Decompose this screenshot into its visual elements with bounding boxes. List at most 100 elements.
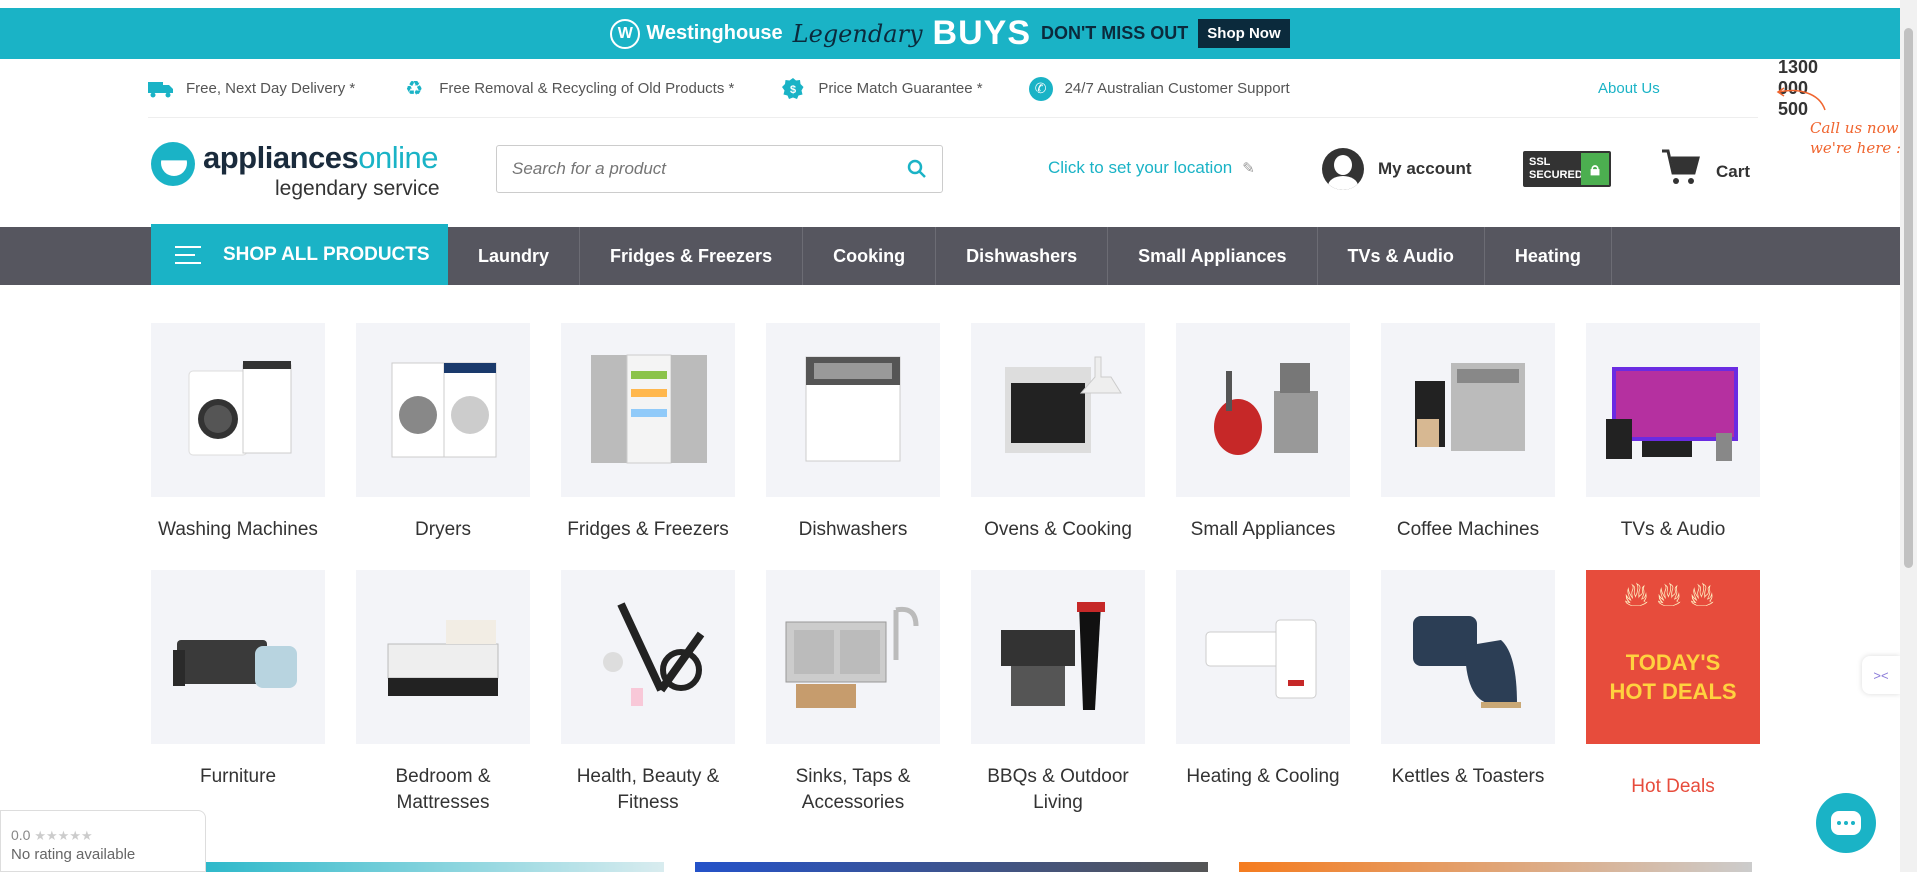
category-tile-bedroom-mattresses[interactable]: Bedroom & Mattresses bbox=[356, 570, 530, 816]
call-note-line2: we're here : bbox=[1810, 139, 1902, 157]
usp-price-match: $ Price Match Guarantee * bbox=[780, 76, 983, 102]
nav-items: Laundry Fridges & Freezers Cooking Dishw… bbox=[448, 227, 1612, 285]
set-location-link[interactable]: Click to set your location ✎ bbox=[1048, 158, 1255, 178]
svg-text:$: $ bbox=[790, 84, 796, 96]
category-label: Dishwashers bbox=[798, 519, 908, 540]
page-scrollbar[interactable] bbox=[1900, 0, 1917, 872]
category-tile-kettles-toasters[interactable]: Kettles & Toasters bbox=[1381, 570, 1555, 790]
rating-score: 0.0 bbox=[11, 827, 31, 843]
category-tile-health-beauty-fitness[interactable]: Health, Beauty & Fitness bbox=[561, 570, 735, 816]
bottom-banner-2[interactable] bbox=[695, 862, 1208, 872]
category-label: Sinks, Taps & Accessories bbox=[795, 766, 911, 813]
heating-cooling-image bbox=[1176, 570, 1350, 744]
nav-item-cooking[interactable]: Cooking bbox=[803, 227, 937, 285]
call-note: Call us now we're here : bbox=[1810, 118, 1901, 158]
cart-icon bbox=[1660, 148, 1700, 195]
cart-link[interactable]: Cart bbox=[1660, 148, 1750, 195]
cart-label: Cart bbox=[1716, 161, 1751, 181]
chat-bubble-icon bbox=[1831, 811, 1861, 835]
category-tile-dishwashers[interactable]: Dishwashers bbox=[766, 323, 940, 543]
category-label: Fridges & Freezers bbox=[567, 519, 729, 540]
category-tile-ovens-cooking[interactable]: Ovens & Cooking bbox=[971, 323, 1145, 543]
washing-machine-image bbox=[151, 323, 325, 497]
call-note-arrow-icon bbox=[1776, 87, 1826, 111]
category-label: Kettles & Toasters bbox=[1391, 766, 1545, 787]
phone-icon: ✆ bbox=[1028, 76, 1053, 101]
search-input[interactable] bbox=[497, 146, 892, 192]
hot-deals-image: 🔥︎🔥︎🔥︎ TODAY'S HOT DEALS bbox=[1586, 570, 1760, 744]
mattress-image bbox=[356, 570, 530, 744]
hot-deals-text: TODAY'S HOT DEALS bbox=[1609, 648, 1736, 706]
oven-image bbox=[971, 323, 1145, 497]
flame-icon: 🔥︎🔥︎🔥︎ bbox=[1623, 576, 1723, 614]
usp-bar: Free, Next Day Delivery * ♻ Free Removal… bbox=[148, 57, 1818, 119]
usp-support: ✆ 24/7 Australian Customer Support bbox=[1028, 76, 1290, 101]
category-tile-heating-cooling[interactable]: Heating & Cooling bbox=[1176, 570, 1350, 790]
small-appliances-image bbox=[1176, 323, 1350, 497]
nav-item-small-appliances[interactable]: Small Appliances bbox=[1108, 227, 1318, 285]
dryer-image bbox=[356, 323, 530, 497]
fridge-image bbox=[561, 323, 735, 497]
logo-accent: online bbox=[358, 140, 438, 175]
category-label: Ovens & Cooking bbox=[984, 519, 1132, 540]
hot-deals-line2: HOT DEALS bbox=[1609, 679, 1737, 704]
rating-widget[interactable]: 0.0 ★★★★★ No rating available bbox=[0, 810, 206, 872]
rating-text: No rating available bbox=[11, 846, 136, 863]
logo-mark-icon bbox=[151, 142, 195, 186]
coffee-machine-image bbox=[1381, 323, 1555, 497]
promo-banner[interactable]: W Westinghouse Legendary BUYS DON'T MISS… bbox=[0, 8, 1900, 59]
category-tile-washing-machines[interactable]: Washing Machines bbox=[151, 323, 325, 543]
category-tile-tvs-audio[interactable]: TVs & Audio bbox=[1586, 323, 1760, 543]
chat-button[interactable] bbox=[1816, 793, 1876, 853]
category-label: Small Appliances bbox=[1190, 519, 1336, 540]
dishwasher-image bbox=[766, 323, 940, 497]
search-icon[interactable] bbox=[892, 146, 942, 192]
category-label: TVs & Audio bbox=[1620, 519, 1726, 540]
nav-item-dishwashers[interactable]: Dishwashers bbox=[936, 227, 1109, 285]
category-tile-sinks-taps[interactable]: Sinks, Taps & Accessories bbox=[766, 570, 940, 816]
side-widget-icon[interactable]: >< bbox=[1862, 656, 1900, 694]
shop-all-label: SHOP ALL PRODUCTS bbox=[223, 243, 430, 265]
category-label: Health, Beauty & Fitness bbox=[576, 766, 720, 813]
promo-legendary: Legendary bbox=[792, 19, 923, 48]
hot-deals-line1: TODAY'S bbox=[1625, 650, 1721, 675]
category-tile-small-appliances[interactable]: Small Appliances bbox=[1176, 323, 1350, 543]
fitness-image bbox=[561, 570, 735, 744]
category-label: Dryers bbox=[415, 519, 471, 540]
westinghouse-logo: W Westinghouse bbox=[610, 18, 783, 49]
bottom-banner-1[interactable] bbox=[151, 862, 664, 872]
bottom-banner-3[interactable] bbox=[1239, 862, 1752, 872]
call-note-line1: Call us now bbox=[1810, 119, 1899, 137]
logo-main: appliances bbox=[203, 140, 359, 175]
scrollbar-thumb[interactable] bbox=[1904, 28, 1913, 568]
usp-price-match-text: Price Match Guarantee * bbox=[818, 80, 983, 97]
category-tile-hot-deals[interactable]: 🔥︎🔥︎🔥︎ TODAY'S HOT DEALS Hot Deals bbox=[1586, 570, 1760, 800]
category-label: Hot Deals bbox=[1631, 776, 1715, 797]
about-us-link[interactable]: About Us bbox=[1598, 80, 1660, 97]
shop-all-products-button[interactable]: SHOP ALL PRODUCTS bbox=[151, 224, 448, 285]
category-tile-furniture[interactable]: Furniture bbox=[151, 570, 325, 790]
recycle-icon: ♻ bbox=[405, 78, 424, 100]
category-tile-dryers[interactable]: Dryers bbox=[356, 323, 530, 543]
logo-wordmark: appliancesonline bbox=[203, 140, 438, 176]
search-box bbox=[496, 145, 943, 193]
usp-delivery: Free, Next Day Delivery * bbox=[148, 76, 355, 102]
nav-item-laundry[interactable]: Laundry bbox=[448, 227, 581, 285]
logo-tagline: legendary service bbox=[275, 177, 440, 200]
category-label: BBQs & Outdoor Living bbox=[987, 766, 1129, 813]
location-text: Click to set your location bbox=[1048, 158, 1233, 177]
nav-item-heating[interactable]: Heating bbox=[1485, 227, 1612, 285]
category-tile-bbqs-outdoor[interactable]: BBQs & Outdoor Living bbox=[971, 570, 1145, 816]
main-nav: SHOP ALL PRODUCTS Laundry Fridges & Free… bbox=[0, 224, 1900, 285]
nav-item-tvs-audio[interactable]: TVs & Audio bbox=[1318, 227, 1485, 285]
category-tile-fridges-freezers[interactable]: Fridges & Freezers bbox=[561, 323, 735, 543]
promo-dont-miss: DON'T MISS OUT bbox=[1041, 23, 1189, 43]
nav-item-fridges-freezers[interactable]: Fridges & Freezers bbox=[580, 227, 804, 285]
kettle-toaster-image bbox=[1381, 570, 1555, 744]
category-label: Bedroom & Mattresses bbox=[395, 766, 491, 813]
site-logo[interactable]: appliancesonline legendary service bbox=[151, 140, 451, 205]
hamburger-icon bbox=[175, 245, 201, 264]
my-account-link[interactable]: My account bbox=[1322, 148, 1472, 190]
shop-now-button[interactable]: Shop Now bbox=[1198, 19, 1290, 48]
category-tile-coffee-machines[interactable]: Coffee Machines bbox=[1381, 323, 1555, 543]
